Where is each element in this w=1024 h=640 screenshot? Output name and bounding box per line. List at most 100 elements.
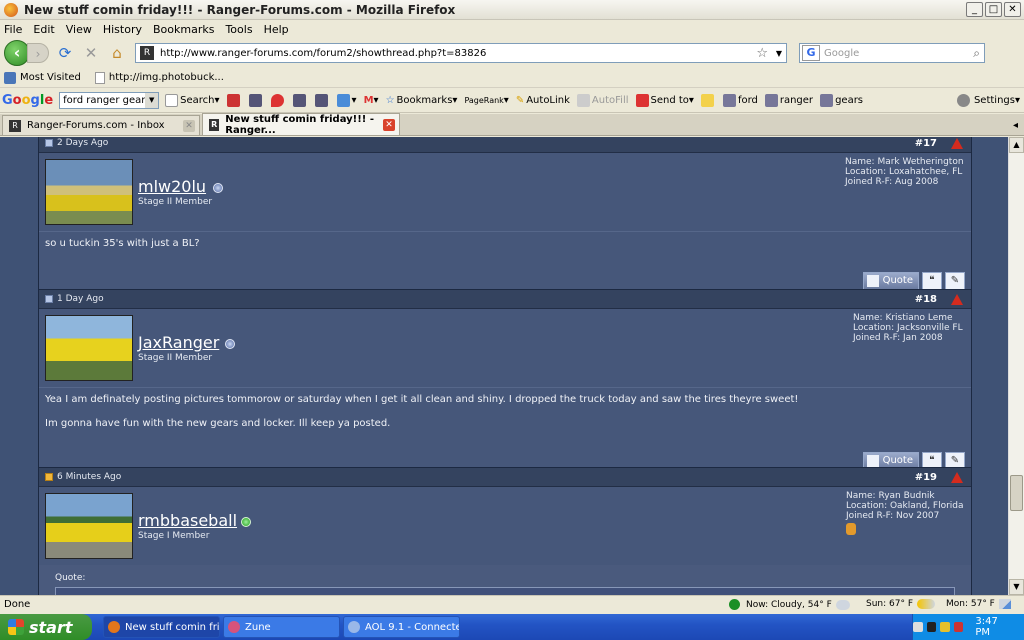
username-link[interactable]: JaxRanger xyxy=(138,333,219,352)
bookmarks-folder-icon xyxy=(4,71,16,84)
tab-list-icon[interactable]: ◂ xyxy=(1013,120,1018,131)
magnifier-icon xyxy=(248,94,262,107)
scroll-up-button[interactable]: ▲ xyxy=(1009,137,1024,153)
report-icon[interactable] xyxy=(951,471,963,483)
username-link[interactable]: mlw20lu xyxy=(138,177,206,196)
quote-block: Quote: xyxy=(55,573,955,595)
tab-close-icon[interactable]: ✕ xyxy=(183,119,195,132)
avatar[interactable] xyxy=(45,493,133,559)
highlight-button[interactable] xyxy=(700,94,716,107)
url-bar[interactable]: R http://www.ranger-forums.com/forum2/sh… xyxy=(135,43,787,63)
bookmark-most-visited[interactable]: Most Visited xyxy=(4,71,81,84)
page-scrollbar[interactable]: ▲ ▼ xyxy=(1008,137,1024,595)
bookmark-photobucket[interactable]: http://img.photobuck... xyxy=(94,71,224,84)
stop-icon[interactable]: ✕ xyxy=(81,44,101,62)
tray-icon[interactable] xyxy=(926,622,937,632)
add-button[interactable]: ▾ xyxy=(336,94,357,107)
weather-mon[interactable]: Mon: 57° F xyxy=(946,599,1011,609)
post-message: Yea I am definately posting pictures tom… xyxy=(39,387,971,448)
menu-view[interactable]: View xyxy=(66,23,92,36)
avatar[interactable] xyxy=(45,315,133,381)
site-favicon: R xyxy=(209,118,220,131)
post-19: 6 Minutes Ago #19 rmbbaseball Stage I Me… xyxy=(38,467,972,595)
find-button[interactable] xyxy=(248,94,264,107)
tray-icon[interactable] xyxy=(953,622,964,632)
gmail-button[interactable]: M ▾ xyxy=(364,95,379,106)
tray-icon[interactable] xyxy=(912,622,923,632)
magnifier-icon xyxy=(820,94,834,107)
user-info-row: JaxRanger Stage II Member Name: Kristian… xyxy=(39,309,971,387)
quote-button[interactable]: Quote xyxy=(863,272,919,290)
tab-close-icon[interactable]: ✕ xyxy=(383,118,395,131)
zoom-in-button[interactable] xyxy=(292,94,308,107)
search-bar[interactable]: G Google ⌕ xyxy=(799,43,985,63)
task-aol[interactable]: AOL 9.1 - Connected... xyxy=(343,616,460,638)
url-dropdown-icon[interactable]: ▼ xyxy=(776,49,782,58)
bookmarks-toolbar: Most Visited http://img.photobuck... xyxy=(0,68,1024,88)
bookmarks-button[interactable]: ☆ Bookmarks ▾ xyxy=(386,95,458,106)
post-number[interactable]: #19 xyxy=(915,472,937,483)
zoom-out-button[interactable] xyxy=(314,94,330,107)
close-button[interactable]: ✕ xyxy=(1004,2,1021,17)
task-firefox[interactable]: New stuff comin frida... xyxy=(103,616,220,638)
menu-edit[interactable]: Edit xyxy=(33,23,54,36)
google-toolbar-query[interactable]: ford ranger gears ▼ xyxy=(59,92,160,109)
search-icon[interactable]: ⌕ xyxy=(973,46,980,61)
quick-reply-button[interactable]: ✎ xyxy=(945,272,965,290)
post-message: so u tuckin 35's with just a BL? xyxy=(39,231,971,268)
post-time: 1 Day Ago xyxy=(57,294,104,304)
post-time: 6 Minutes Ago xyxy=(57,472,122,482)
rain-icon xyxy=(998,599,1011,609)
tab-inbox[interactable]: R Ranger-Forums.com - Inbox ✕ xyxy=(2,115,200,135)
wand-icon: ✎ xyxy=(515,95,525,106)
zune-icon xyxy=(228,621,240,633)
globe-icon xyxy=(729,599,740,610)
google-search-button[interactable]: Search ▾ xyxy=(165,94,220,107)
maps-button[interactable] xyxy=(270,94,286,107)
reload-icon[interactable]: ⟳ xyxy=(55,44,75,62)
scroll-down-button[interactable]: ▼ xyxy=(1009,579,1024,595)
google-toolbar: Google ford ranger gears ▼ Search ▾ ▾ M ▾… xyxy=(0,89,1024,113)
report-icon[interactable] xyxy=(951,137,963,149)
menu-help[interactable]: Help xyxy=(264,23,289,36)
google-engine-icon[interactable]: G xyxy=(802,45,820,61)
tray-icon[interactable] xyxy=(940,622,950,632)
term-gears[interactable]: gears xyxy=(820,94,863,107)
term-ford[interactable]: ford xyxy=(722,94,758,107)
post-header: 6 Minutes Ago #19 xyxy=(39,468,971,487)
tab-thread[interactable]: R New stuff comin friday!!! - Ranger... ✕ xyxy=(202,113,400,136)
task-zune[interactable]: Zune xyxy=(223,616,340,638)
minimize-button[interactable]: _ xyxy=(966,2,983,17)
menu-bookmarks[interactable]: Bookmarks xyxy=(153,23,214,36)
multiquote-button[interactable]: ❝ xyxy=(922,272,942,290)
autofill-button[interactable]: AutoFill xyxy=(576,94,629,107)
user-rank: Stage II Member xyxy=(138,197,213,207)
menu-history[interactable]: History xyxy=(103,23,142,36)
news-button[interactable] xyxy=(226,94,242,107)
autolink-button[interactable]: ✎ AutoLink xyxy=(516,95,570,106)
star-icon: ☆ xyxy=(385,95,395,106)
term-ranger[interactable]: ranger xyxy=(764,94,813,107)
forward-button[interactable]: › xyxy=(27,43,49,63)
avatar[interactable] xyxy=(45,159,133,225)
report-icon[interactable] xyxy=(951,293,963,305)
partly-sunny-icon xyxy=(917,599,936,609)
send-to-button[interactable]: Send to ▾ xyxy=(635,94,694,107)
bookmark-star-icon[interactable]: ☆ xyxy=(756,46,768,61)
weather-now[interactable]: Now: Cloudy, 54° F xyxy=(729,599,850,610)
maximize-button[interactable]: □ xyxy=(985,2,1002,17)
settings-button[interactable]: Settings ▾ xyxy=(956,94,1020,107)
clock[interactable]: 3:47 PM xyxy=(975,616,1014,638)
post-number[interactable]: #18 xyxy=(915,294,937,305)
username-link[interactable]: rmbbaseball xyxy=(138,511,237,530)
firefox-icon xyxy=(4,2,18,17)
start-button[interactable]: start xyxy=(0,614,92,640)
menu-file[interactable]: File xyxy=(4,23,22,36)
query-dropdown-icon[interactable]: ▼ xyxy=(145,93,159,108)
home-icon[interactable]: ⌂ xyxy=(107,44,127,62)
menu-tools[interactable]: Tools xyxy=(225,23,252,36)
user-info-row: rmbbaseball Stage I Member Name: Ryan Bu… xyxy=(39,487,971,565)
scroll-thumb[interactable] xyxy=(1010,475,1023,511)
post-number[interactable]: #17 xyxy=(915,138,937,149)
weather-sun[interactable]: Sun: 67° F xyxy=(866,599,936,609)
